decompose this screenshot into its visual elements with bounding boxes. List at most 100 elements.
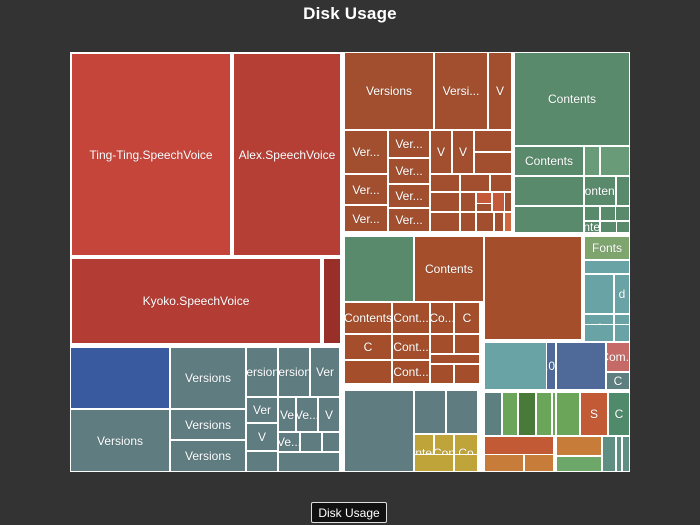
- treemap-cell[interactable]: C: [608, 392, 630, 436]
- treemap-cell[interactable]: [556, 342, 606, 390]
- treemap-cell[interactable]: [584, 206, 600, 221]
- treemap-cell[interactable]: Contents: [514, 52, 630, 146]
- treemap-cell[interactable]: [514, 206, 584, 233]
- treemap-cell[interactable]: Contents: [584, 221, 600, 233]
- disk-usage-button[interactable]: Disk Usage: [311, 502, 387, 523]
- treemap-cell[interactable]: Versions: [170, 440, 246, 472]
- treemap-cell[interactable]: [454, 454, 478, 472]
- treemap-cell[interactable]: Versions: [170, 409, 246, 440]
- treemap-cell[interactable]: [584, 274, 614, 314]
- treemap-cell[interactable]: 1.6.0.jdk: [546, 342, 556, 390]
- treemap-cell[interactable]: Contents: [344, 302, 392, 334]
- treemap-cell[interactable]: Ve...: [296, 397, 318, 432]
- treemap-cell[interactable]: [460, 174, 490, 192]
- treemap-cell[interactable]: C: [454, 302, 480, 334]
- treemap-cell[interactable]: [536, 392, 552, 436]
- treemap-cell[interactable]: [524, 454, 554, 472]
- treemap-cell[interactable]: [556, 392, 580, 436]
- treemap-cell[interactable]: [454, 364, 480, 384]
- treemap-cell[interactable]: [322, 257, 342, 345]
- treemap-cell[interactable]: Com...: [606, 342, 630, 372]
- treemap-cell[interactable]: [600, 146, 630, 176]
- treemap-cell[interactable]: Contents: [514, 146, 584, 176]
- treemap-cell[interactable]: C: [344, 334, 392, 360]
- treemap-cell[interactable]: [474, 152, 512, 174]
- treemap-cell[interactable]: Cont...: [392, 302, 430, 334]
- treemap-cell[interactable]: [556, 436, 602, 456]
- treemap-cell[interactable]: [322, 432, 340, 452]
- treemap-cell[interactable]: [430, 354, 480, 364]
- treemap-cell[interactable]: [430, 212, 460, 232]
- treemap-cell[interactable]: Ve: [278, 397, 296, 432]
- treemap-cell[interactable]: [446, 390, 478, 434]
- treemap-cell[interactable]: [344, 236, 414, 302]
- treemap-cell[interactable]: V: [246, 423, 278, 451]
- treemap-cell[interactable]: Ver...: [388, 130, 430, 158]
- treemap-cell[interactable]: [584, 324, 614, 342]
- treemap-cell[interactable]: Ver...: [344, 174, 388, 205]
- treemap-cell[interactable]: Co...: [430, 302, 454, 334]
- treemap-cell[interactable]: S: [580, 392, 608, 436]
- treemap-cell[interactable]: [504, 192, 512, 212]
- treemap-cell[interactable]: [430, 174, 460, 192]
- treemap-cell[interactable]: [70, 347, 170, 409]
- treemap-cell[interactable]: [514, 176, 584, 206]
- treemap-cell[interactable]: [484, 454, 524, 472]
- treemap-cell[interactable]: [476, 192, 492, 204]
- treemap-cell[interactable]: [430, 192, 460, 212]
- treemap-cell[interactable]: [504, 212, 512, 232]
- treemap-cell[interactable]: d: [614, 274, 630, 314]
- treemap-cell[interactable]: Versions: [70, 409, 170, 472]
- treemap-cell[interactable]: Ver: [310, 347, 340, 397]
- treemap-cell[interactable]: Ver...: [388, 208, 430, 232]
- treemap-cell[interactable]: Versions: [344, 52, 434, 130]
- treemap-cell[interactable]: Ver: [246, 397, 278, 423]
- treemap-cell[interactable]: [484, 236, 582, 340]
- treemap-cell[interactable]: [278, 452, 340, 472]
- treemap-cell[interactable]: Versi...: [434, 52, 488, 130]
- treemap-cell[interactable]: Ve...: [278, 432, 300, 452]
- treemap-cell[interactable]: Ver...: [344, 205, 388, 232]
- treemap-cell[interactable]: [300, 432, 322, 452]
- treemap-cell[interactable]: Ting-Ting.SpeechVoice: [70, 52, 232, 257]
- treemap-cell[interactable]: [600, 206, 616, 221]
- treemap-cell[interactable]: Versions: [170, 347, 246, 409]
- treemap-cell[interactable]: [502, 392, 518, 436]
- treemap-cell[interactable]: Cont...: [392, 360, 430, 384]
- treemap-cell[interactable]: Alex.SpeechVoice: [232, 52, 342, 257]
- treemap-cell[interactable]: Versions: [246, 347, 278, 397]
- treemap-cell[interactable]: [584, 146, 600, 176]
- treemap-cell[interactable]: [414, 390, 446, 434]
- treemap-cell[interactable]: [474, 130, 512, 152]
- treemap-cell[interactable]: [602, 436, 616, 472]
- treemap-cell[interactable]: [476, 212, 494, 232]
- treemap-cell[interactable]: Ver...: [344, 130, 388, 174]
- treemap-cell[interactable]: Kyoko.SpeechVoice: [70, 257, 322, 345]
- treemap-cell[interactable]: [430, 364, 454, 384]
- treemap-cell[interactable]: Contents: [414, 236, 484, 302]
- treemap-cell[interactable]: [494, 212, 504, 232]
- treemap-cell[interactable]: [556, 456, 602, 472]
- treemap-cell[interactable]: [430, 334, 454, 354]
- treemap-cell[interactable]: [344, 390, 414, 472]
- treemap-cell[interactable]: [616, 176, 630, 206]
- treemap-cell[interactable]: [614, 324, 630, 342]
- treemap-cell[interactable]: C: [606, 372, 630, 390]
- treemap-cell[interactable]: Versions: [278, 347, 310, 397]
- treemap-cell[interactable]: [622, 436, 630, 472]
- treemap-cell[interactable]: [490, 174, 512, 192]
- treemap-cell[interactable]: [414, 454, 454, 472]
- treemap-cell[interactable]: Ver...: [388, 158, 430, 184]
- treemap-cell[interactable]: V: [452, 130, 474, 174]
- treemap-cell[interactable]: V: [488, 52, 512, 130]
- treemap-cell[interactable]: [344, 360, 392, 384]
- treemap-cell[interactable]: Cont...: [392, 334, 430, 360]
- treemap-cell[interactable]: [484, 392, 502, 436]
- treemap-cell[interactable]: Fonts: [584, 236, 630, 260]
- treemap-cell[interactable]: [584, 260, 630, 274]
- treemap-cell[interactable]: [616, 221, 630, 233]
- treemap-cell[interactable]: [460, 192, 476, 212]
- treemap-cell[interactable]: [454, 334, 480, 354]
- treemap-cell[interactable]: [460, 212, 476, 232]
- treemap-cell[interactable]: Ver...: [388, 184, 430, 208]
